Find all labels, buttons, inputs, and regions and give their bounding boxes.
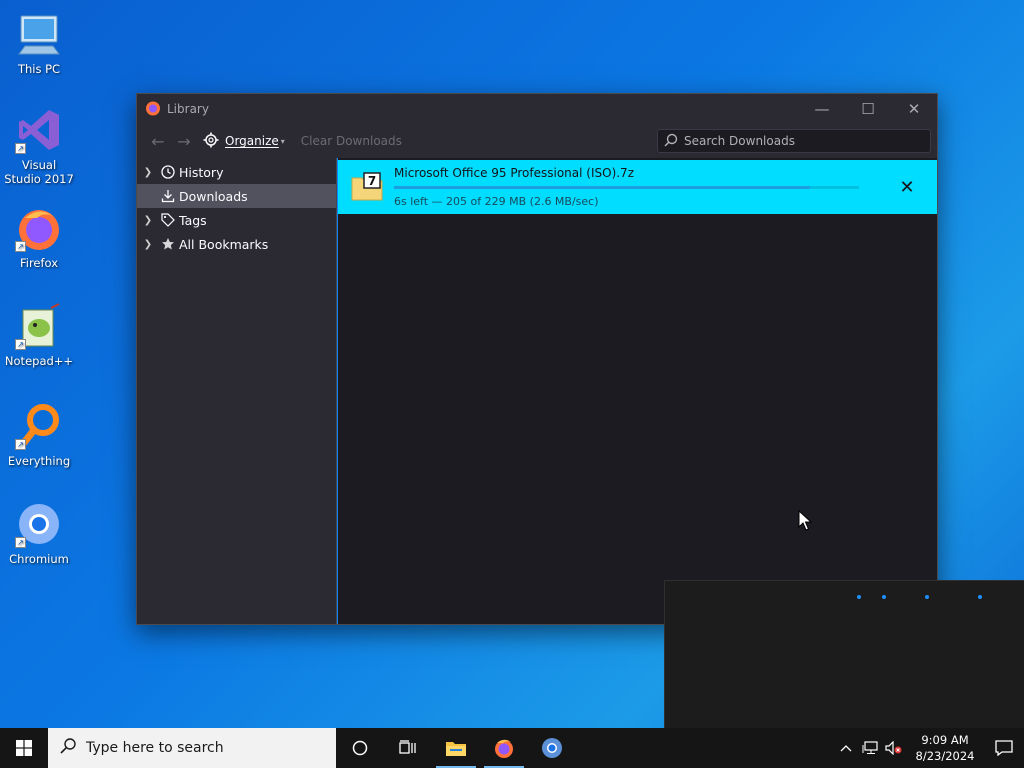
loading-dot: [978, 595, 982, 599]
toolbar: ← → Organize ▾ Clear Downloads Search Do…: [137, 124, 937, 158]
title-bar[interactable]: Library — ☐ ✕: [137, 94, 937, 124]
shortcut-arrow-icon: ↗: [15, 339, 26, 350]
sidebar-item-label: History: [179, 164, 224, 180]
cortana-circle-icon: [352, 740, 368, 756]
loading-dot: [925, 595, 929, 599]
downloads-list: 7 Microsoft Office 95 Professional (ISO)…: [337, 158, 937, 624]
mouse-cursor-icon: [798, 509, 813, 536]
forward-arrow-icon[interactable]: →: [171, 132, 197, 151]
search-icon: [60, 738, 76, 758]
chevron-right-icon[interactable]: ❯: [137, 239, 159, 250]
download-progress-bar: [394, 186, 859, 189]
taskbar-firefox[interactable]: [480, 728, 528, 768]
cancel-download-button[interactable]: ✕: [887, 177, 927, 198]
sidebar-item-label: All Bookmarks: [179, 236, 269, 252]
system-tray: 9:09 AM 8/23/2024: [834, 728, 1024, 768]
taskbar-search-placeholder: Type here to search: [86, 740, 224, 756]
desktop-icon-notepad-plus-plus[interactable]: ↗ Notepad++: [4, 302, 74, 368]
desktop-icon-visual-studio[interactable]: ↗ Visual Studio 2017: [4, 106, 74, 186]
shortcut-arrow-icon: ↗: [15, 241, 26, 252]
organize-label: Organize: [225, 134, 279, 148]
minimize-button[interactable]: —: [799, 94, 845, 124]
desktop-icon-label: Everything: [7, 454, 71, 468]
chromium-icon: [542, 738, 562, 758]
sidebar-item-downloads[interactable]: Downloads: [137, 184, 336, 208]
visual-studio-icon: ↗: [15, 106, 63, 154]
task-view-button[interactable]: [384, 728, 432, 768]
desktop-icon-label: Firefox: [19, 256, 59, 270]
desktop-icon-chromium[interactable]: ↗ Chromium: [4, 500, 74, 566]
taskbar-chromium[interactable]: [528, 728, 576, 768]
notepad-plus-plus-icon: ↗: [15, 302, 63, 350]
download-status: 6s left — 205 of 229 MB (2.6 MB/sec): [394, 195, 599, 208]
folder-icon: [446, 742, 466, 756]
download-progress-fill: [394, 186, 811, 189]
7z-archive-icon: 7: [350, 172, 384, 202]
network-icon[interactable]: [858, 741, 882, 755]
clock-date: 8/23/2024: [915, 749, 975, 763]
maximize-button[interactable]: ☐: [845, 94, 891, 124]
sidebar-item-all-bookmarks[interactable]: ❯ All Bookmarks: [137, 232, 336, 256]
star-icon: [159, 237, 177, 251]
windows-logo-icon: [16, 740, 32, 756]
search-icon: [664, 133, 678, 150]
notification-icon: [995, 740, 1013, 756]
computer-icon: [15, 10, 63, 58]
download-filename: Microsoft Office 95 Professional (ISO).7…: [394, 166, 634, 180]
library-window: Library — ☐ ✕ ← → Organize ▾ Clear Downl…: [136, 93, 938, 625]
volume-muted-icon[interactable]: [882, 741, 906, 755]
sidebar-item-history[interactable]: ❯ History: [137, 160, 336, 184]
shortcut-arrow-icon: ↗: [15, 537, 26, 548]
sidebar-item-tags[interactable]: ❯ Tags: [137, 208, 336, 232]
taskbar-clock[interactable]: 9:09 AM 8/23/2024: [906, 732, 984, 764]
chromium-icon: ↗: [15, 500, 63, 548]
desktop-icon-firefox[interactable]: ↗ Firefox: [4, 204, 74, 270]
firefox-icon: ↗: [15, 204, 63, 252]
download-icon: [159, 189, 177, 203]
shortcut-arrow-icon: ↗: [15, 439, 26, 450]
desktop-icon-label: Visual Studio 2017: [4, 158, 74, 186]
svg-text:7: 7: [368, 174, 376, 188]
chevron-right-icon[interactable]: ❯: [137, 167, 159, 178]
desktop-icon-this-pc[interactable]: This PC: [4, 10, 74, 76]
search-placeholder: Search Downloads: [684, 134, 795, 148]
tag-icon: [159, 213, 177, 227]
chevron-down-icon: ▾: [280, 136, 285, 146]
taskbar-search-input[interactable]: Type here to search: [48, 728, 336, 768]
shortcut-arrow-icon: ↗: [15, 143, 26, 154]
back-arrow-icon[interactable]: ←: [145, 132, 171, 151]
desktop-icon-label: Chromium: [9, 552, 69, 566]
window-title: Library: [167, 102, 209, 116]
sidebar-item-label: Downloads: [179, 188, 248, 204]
firefox-icon: [495, 739, 513, 758]
loading-dot: [857, 595, 861, 599]
start-button[interactable]: [0, 728, 48, 768]
firefox-icon: [145, 100, 161, 119]
taskbar-file-explorer[interactable]: [432, 728, 480, 768]
gear-icon: [203, 132, 219, 151]
organize-button[interactable]: Organize ▾: [203, 132, 285, 151]
download-info: Microsoft Office 95 Professional (ISO).7…: [394, 166, 887, 208]
popup-panel: [664, 580, 1024, 728]
clear-downloads-button[interactable]: Clear Downloads: [301, 134, 402, 148]
chevron-right-icon[interactable]: ❯: [137, 215, 159, 226]
sidebar-item-label: Tags: [179, 212, 207, 228]
cortana-button[interactable]: [336, 728, 384, 768]
chevron-up-icon[interactable]: [834, 744, 858, 752]
everything-search-icon: ↗: [15, 402, 63, 450]
close-button[interactable]: ✕: [891, 94, 937, 124]
search-downloads-input[interactable]: Search Downloads: [657, 129, 931, 153]
desktop-icon-label: This PC: [17, 62, 61, 76]
action-center-button[interactable]: [984, 740, 1024, 756]
clock-icon: [159, 165, 177, 179]
download-item[interactable]: 7 Microsoft Office 95 Professional (ISO)…: [338, 160, 937, 214]
desktop-icon-everything[interactable]: ↗ Everything: [4, 402, 74, 468]
clock-time: 9:09 AM: [921, 733, 969, 747]
library-sidebar: ❯ History Downloads ❯ Tags ❯ All Bookmar…: [137, 158, 337, 624]
loading-dot: [882, 595, 886, 599]
desktop-icon-label: Notepad++: [4, 354, 74, 368]
task-view-icon: [399, 740, 416, 754]
taskbar: Type here to search 9:09 AM 8/23/2024: [0, 728, 1024, 768]
